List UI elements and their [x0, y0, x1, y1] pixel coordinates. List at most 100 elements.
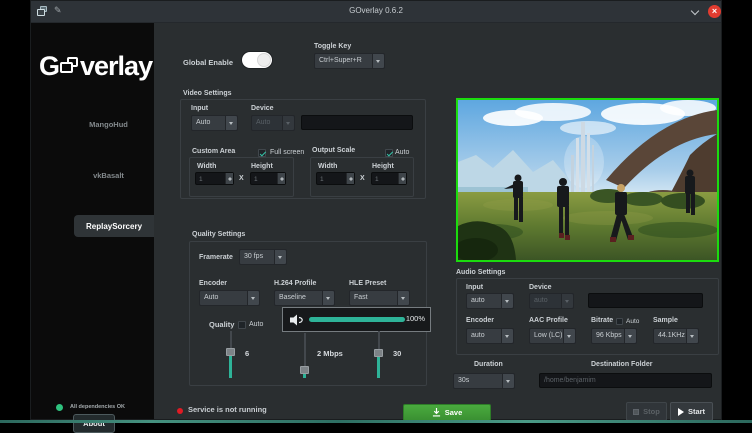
hle-preset-select[interactable]: Fast	[349, 290, 410, 306]
quality-max-value: 30	[393, 349, 401, 358]
output-scale-auto-label: Auto	[395, 149, 409, 156]
chevron-down-icon	[274, 250, 286, 264]
spinner-buttons[interactable]	[398, 173, 406, 184]
destination-folder-input[interactable]: /home/benjamim	[539, 373, 712, 388]
slider-handle[interactable]	[300, 366, 309, 374]
slider-handle[interactable]	[226, 348, 235, 356]
quality-label: Quality	[209, 320, 234, 329]
save-button[interactable]: Save	[403, 404, 491, 421]
spinner-buttons[interactable]	[346, 173, 354, 184]
quality-settings-label: Quality Settings	[192, 231, 245, 238]
bitrate-slider[interactable]	[300, 333, 309, 378]
chevron-down-icon	[563, 329, 575, 343]
global-enable-toggle[interactable]	[242, 52, 272, 68]
start-button[interactable]: Start	[670, 402, 713, 421]
duration-label: Duration	[474, 361, 503, 368]
encoder-label: Encoder	[199, 280, 227, 287]
h264-profile-select[interactable]: Baseline	[274, 290, 335, 306]
framerate-select[interactable]: 30 fps	[239, 249, 287, 265]
bitrate-auto-label: Auto	[626, 318, 639, 325]
scale-width-spinner[interactable]: 1	[316, 172, 355, 185]
dependencies-status: All dependencies OK	[70, 404, 125, 410]
hle-preset-label: HLE Preset	[349, 280, 386, 287]
dimension-separator: X	[360, 175, 365, 182]
audio-bitrate-select[interactable]: 96 Kbps	[591, 328, 637, 344]
chevron-down-icon[interactable]	[692, 8, 699, 15]
volume-slider[interactable]	[309, 317, 405, 322]
about-button[interactable]: About	[73, 414, 115, 433]
sample-select[interactable]: 44.1KHz	[653, 328, 699, 344]
custom-height-spinner[interactable]: 1	[250, 172, 286, 185]
global-enable-label: Global Enable	[183, 58, 233, 67]
sample-label: Sample	[653, 317, 678, 324]
h264-profile-label: H.264 Profile	[274, 280, 316, 287]
toggle-key-select[interactable]: Ctrl+Super+R	[314, 53, 385, 69]
chevron-down-icon	[397, 291, 409, 305]
screenshot-stage: ✎ GOverlay 0.6.2 × Gverlay MangoHud vkBa…	[0, 0, 752, 423]
spinner-buttons[interactable]	[277, 173, 285, 184]
download-icon	[432, 408, 441, 417]
scale-height-label: Height	[372, 163, 394, 170]
service-status-dot	[177, 408, 183, 414]
quality-min-slider[interactable]	[226, 331, 235, 378]
scale-height-spinner[interactable]: 1	[371, 172, 407, 185]
video-input-select[interactable]: Auto	[191, 115, 238, 131]
game-preview-image	[456, 98, 719, 262]
app-logo: Gverlay	[39, 51, 152, 82]
audio-device-select: auto	[529, 293, 574, 309]
stop-button[interactable]: Stop	[626, 402, 667, 421]
toggle-knob	[257, 53, 271, 67]
close-button[interactable]: ×	[708, 5, 721, 18]
video-settings-label: Video Settings	[183, 90, 232, 97]
bitrate-value: 2 Mbps	[317, 349, 343, 358]
encoder-select[interactable]: Auto	[199, 290, 260, 306]
sidebar: Gverlay MangoHud vkBasalt ReplaySorcery …	[31, 23, 154, 419]
window-title: GOverlay 0.6.2	[31, 6, 721, 15]
chevron-down-icon	[686, 329, 698, 343]
spinner-buttons[interactable]	[225, 173, 233, 184]
quality-max-slider[interactable]	[374, 331, 383, 378]
chevron-down-icon	[322, 291, 334, 305]
aac-profile-select[interactable]: Low (LC)	[529, 328, 576, 344]
toggle-key-label: Toggle Key	[314, 43, 351, 50]
sidebar-item-replaysorcery[interactable]: ReplaySorcery	[74, 215, 154, 237]
audio-input-select[interactable]: auto	[466, 293, 514, 309]
play-icon	[678, 408, 684, 416]
video-input-label: Input	[191, 105, 208, 112]
audio-input-label: Input	[466, 284, 483, 291]
bitrate-auto-checkbox[interactable]	[616, 318, 623, 325]
stacked-windows-icon	[60, 57, 79, 75]
custom-height-label: Height	[251, 163, 273, 170]
titlebar: ✎ GOverlay 0.6.2 ×	[31, 1, 721, 23]
sidebar-item-vkbasalt[interactable]: vkBasalt	[71, 171, 146, 180]
audio-encoder-select[interactable]: auto	[466, 328, 514, 344]
chevron-down-icon	[502, 374, 514, 388]
video-device-path-input[interactable]	[301, 115, 413, 130]
volume-panel: 100%	[282, 307, 431, 332]
aac-profile-label: AAC Profile	[529, 317, 568, 324]
audio-device-path-input[interactable]	[588, 293, 703, 308]
output-scale-auto-checkbox[interactable]	[385, 149, 393, 157]
quality-auto-label: Auto	[249, 321, 263, 328]
custom-area-label: Custom Area	[192, 148, 235, 155]
dependencies-ok-dot	[56, 404, 63, 411]
slider-handle[interactable]	[374, 349, 383, 357]
destination-folder-label: Destination Folder	[591, 361, 652, 368]
chevron-down-icon	[501, 329, 513, 343]
goverlay-window: ✎ GOverlay 0.6.2 × Gverlay MangoHud vkBa…	[30, 0, 722, 420]
custom-width-spinner[interactable]: 1	[195, 172, 234, 185]
custom-width-label: Width	[197, 163, 216, 170]
volume-value: 100%	[406, 314, 425, 323]
full-screen-label: Full screen	[270, 149, 304, 156]
quality-auto-checkbox[interactable]	[238, 321, 246, 329]
audio-device-label: Device	[529, 284, 552, 291]
scale-width-label: Width	[318, 163, 337, 170]
speaker-icon	[290, 314, 304, 326]
output-scale-label: Output Scale	[312, 147, 355, 154]
sidebar-item-mangohud[interactable]: MangoHud	[71, 120, 146, 129]
audio-encoder-label: Encoder	[466, 317, 494, 324]
chevron-down-icon	[501, 294, 513, 308]
dimension-separator: X	[239, 175, 244, 182]
full-screen-checkbox[interactable]	[258, 149, 266, 157]
duration-select[interactable]: 30s	[453, 373, 515, 389]
